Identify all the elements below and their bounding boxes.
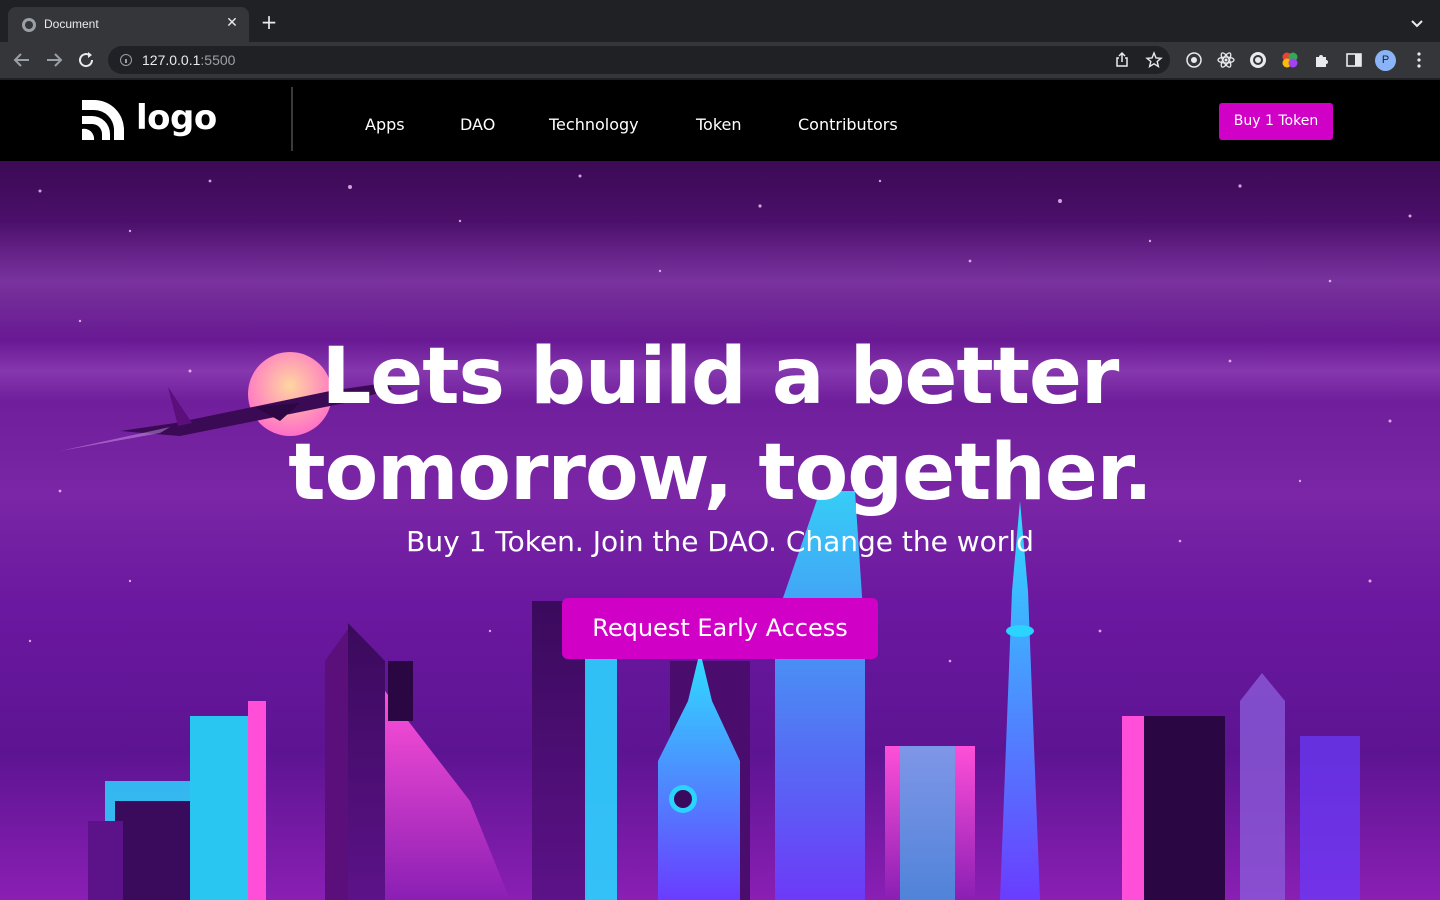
browser-toolbar: 127.0.0.1:5500 P (0, 42, 1440, 78)
nav-link-contributors[interactable]: Contributors (798, 115, 898, 134)
bookmark-star-icon[interactable] (1145, 51, 1163, 69)
close-tab-icon[interactable]: ✕ (223, 14, 241, 32)
web-page: logo Apps DAO Technology Token Contribut… (0, 80, 1440, 900)
more-menu-icon[interactable] (1412, 51, 1426, 69)
new-tab-button[interactable]: + (258, 12, 280, 34)
url-text: 127.0.0.1:5500 (142, 52, 236, 68)
nav-divider (291, 87, 293, 151)
hero-subheadline: Buy 1 Token. Join the DAO. Change the wo… (406, 525, 1034, 558)
nav-link-dao[interactable]: DAO (460, 115, 495, 134)
target-extension-icon[interactable] (1185, 51, 1203, 69)
nav-link-apps[interactable]: Apps (365, 115, 405, 134)
browser-tab-strip: Document ✕ + (0, 0, 1440, 42)
share-icon[interactable] (1113, 51, 1131, 69)
react-devtools-icon[interactable] (1217, 51, 1235, 69)
logo-text: logo (136, 98, 217, 138)
grammar-extension-icon[interactable] (1249, 51, 1267, 69)
hero-headline: Lets build a better tomorrow, together. (220, 329, 1220, 521)
nav-link-technology[interactable]: Technology (549, 115, 639, 134)
request-early-access-button[interactable]: Request Early Access (562, 598, 878, 659)
tab-title: Document (44, 17, 99, 31)
nav-link-token[interactable]: Token (696, 115, 742, 134)
hero-section: Lets build a better tomorrow, together. … (0, 161, 1440, 900)
globe-icon (22, 18, 36, 32)
side-panel-icon[interactable] (1345, 51, 1363, 69)
reload-icon[interactable] (74, 48, 98, 72)
back-icon[interactable] (10, 48, 34, 72)
headline-line-2: tomorrow, together. (288, 428, 1152, 518)
browser-tab[interactable]: Document ✕ (8, 7, 249, 42)
rss-wave-logo-icon (82, 100, 124, 140)
color-picker-extension-icon[interactable] (1281, 51, 1299, 69)
forward-icon[interactable] (42, 48, 66, 72)
buy-token-button[interactable]: Buy 1 Token (1219, 103, 1333, 140)
site-info-icon[interactable] (120, 54, 132, 66)
chevron-down-icon[interactable] (1406, 14, 1428, 34)
headline-line-1: Lets build a better (321, 332, 1120, 422)
profile-avatar[interactable]: P (1375, 50, 1396, 71)
address-bar[interactable]: 127.0.0.1:5500 (108, 46, 1170, 74)
site-navbar: logo Apps DAO Technology Token Contribut… (0, 80, 1440, 161)
extensions-puzzle-icon[interactable] (1313, 51, 1331, 69)
